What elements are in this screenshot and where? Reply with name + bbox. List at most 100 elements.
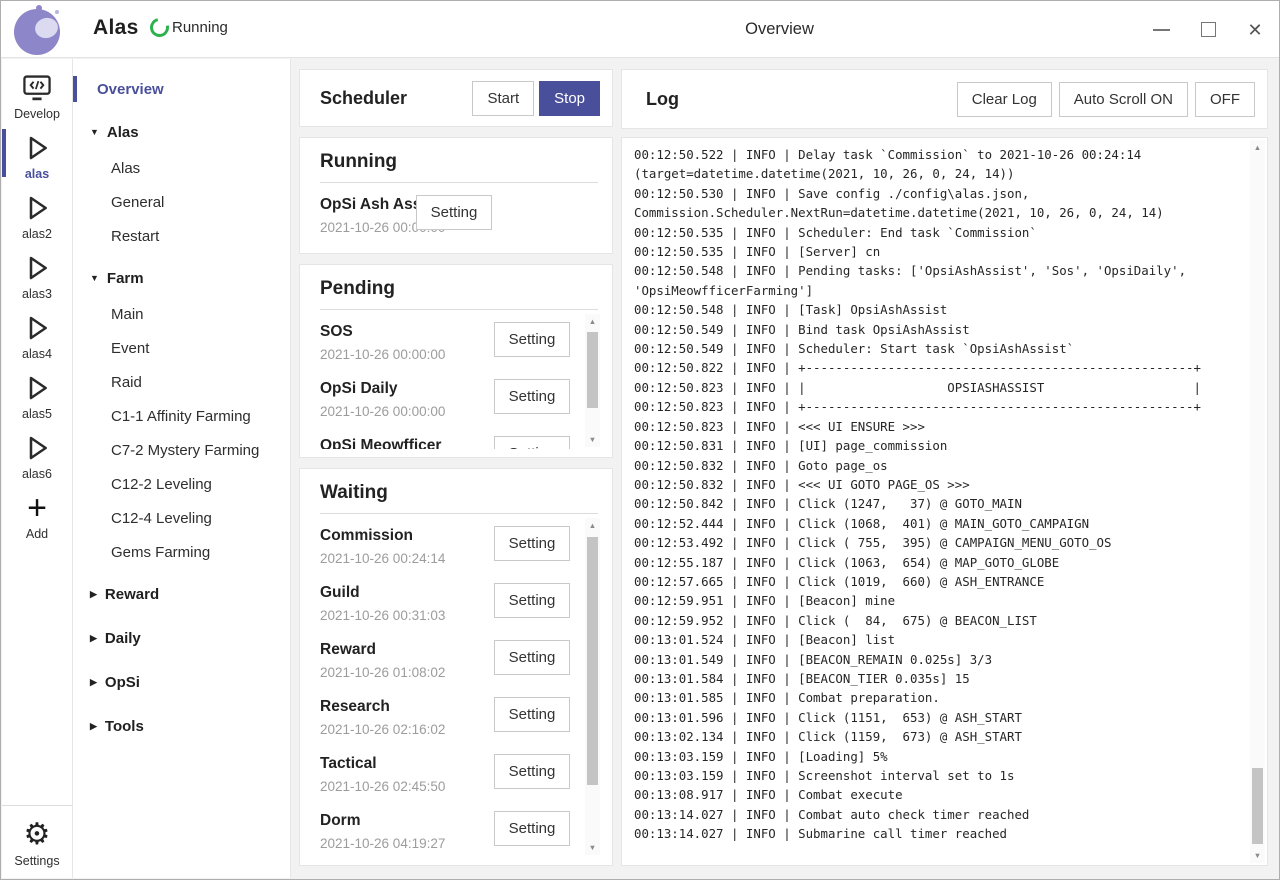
task-name: Research — [320, 696, 500, 717]
nav-item[interactable]: Raid — [73, 365, 290, 399]
nav-item-label: Raid — [111, 374, 142, 391]
clear-log-button[interactable]: Clear Log — [957, 82, 1052, 117]
nav-item[interactable]: Overview — [73, 71, 290, 107]
pending-title: Pending — [320, 278, 598, 310]
nav-item[interactable]: Main — [73, 297, 290, 331]
scroll-down-icon[interactable]: ▼ — [585, 432, 600, 447]
rail-item-label: alas2 — [22, 227, 52, 241]
task-row: OpSi Ash Assist 2021-10-26 00:00:00 Sett… — [320, 187, 500, 244]
nav-item[interactable]: C1-1 Affinity Farming — [73, 399, 290, 433]
waiting-scrollbar[interactable]: ▲ ▼ — [585, 518, 600, 855]
nav-item-label: Event — [111, 340, 149, 357]
waiting-task-list: Commission 2021-10-26 00:24:14 Setting G… — [320, 518, 578, 857]
rail-item-label: Settings — [14, 854, 59, 868]
log-scrollbar[interactable]: ▲ ▼ — [1250, 140, 1265, 863]
pending-panel: Pending SOS 2021-10-26 00:00:00 Setting — [299, 264, 613, 458]
task-setting-button[interactable]: Setting — [494, 379, 570, 414]
task-row: Tactical 2021-10-26 02:45:50 Setting — [320, 746, 478, 803]
rail-item-develop[interactable]: Develop — [2, 67, 72, 127]
nav-item-label: Alas — [107, 124, 139, 141]
task-setting-button[interactable]: Setting — [494, 754, 570, 789]
scrollbar-track[interactable] — [585, 533, 600, 840]
tree-arrow-icon: ▶ — [90, 677, 97, 688]
nav-item[interactable]: Restart — [73, 219, 290, 253]
log-line: Commission.Scheduler.NextRun=datetime.da… — [634, 203, 1243, 222]
log-line: 00:13:14.027 | INFO | Submarine call tim… — [634, 824, 1243, 843]
rail-item-instance[interactable]: alas — [2, 127, 72, 187]
close-button[interactable]: ✕ — [1245, 20, 1265, 40]
autoscroll-off-button[interactable]: OFF — [1195, 82, 1255, 117]
nav-item[interactable]: General — [73, 185, 290, 219]
rail-item-instance[interactable]: alas5 — [2, 367, 72, 427]
minimize-button[interactable] — [1151, 20, 1171, 40]
scrollbar-thumb[interactable] — [1252, 768, 1263, 844]
rail-item-instance[interactable]: alas2 — [2, 187, 72, 247]
task-setting-button[interactable]: Setting — [494, 697, 570, 732]
task-setting-button[interactable]: Setting — [494, 640, 570, 675]
nav-item[interactable]: ▶ Reward — [73, 575, 290, 613]
rail-item-instance[interactable]: alas6 — [2, 427, 72, 487]
scrollbar-thumb[interactable] — [587, 332, 598, 408]
scroll-up-icon[interactable]: ▲ — [585, 314, 600, 329]
log-line: 00:12:50.535 | INFO | Scheduler: End tas… — [634, 223, 1243, 242]
autoscroll-on-button[interactable]: Auto Scroll ON — [1059, 82, 1188, 117]
maximize-button[interactable] — [1198, 20, 1218, 40]
nav-item[interactable]: ▶ Tools — [73, 707, 290, 745]
nav-item-label: Tools — [105, 718, 144, 735]
log-line: 00:13:01.596 | INFO | Click (1151, 653) … — [634, 708, 1243, 727]
pending-scrollbar[interactable]: ▲ ▼ — [585, 314, 600, 447]
nav-item[interactable]: ▼ Farm — [73, 259, 290, 297]
gear-icon: ⚙ — [20, 818, 54, 852]
log-line: 00:12:50.522 | INFO | Delay task `Commis… — [634, 145, 1243, 164]
scheduler-stop-button[interactable]: Stop — [539, 81, 600, 116]
rail-item-label: Develop — [14, 107, 60, 121]
nav-item-label: Alas — [111, 160, 140, 177]
scrollbar-thumb[interactable] — [587, 537, 598, 785]
nav-item[interactable]: Gems Farming — [73, 535, 290, 569]
task-name: Guild — [320, 582, 500, 603]
task-setting-button[interactable]: Setting — [494, 526, 570, 561]
task-setting-button[interactable]: Setting — [494, 811, 570, 846]
rail-item-instance[interactable]: alas3 — [2, 247, 72, 307]
log-line: 'OpsiMeowfficerFarming'] — [634, 281, 1243, 300]
scroll-up-icon[interactable]: ▲ — [1250, 140, 1265, 155]
nav-item[interactable]: Event — [73, 331, 290, 365]
running-task-list: OpSi Ash Assist 2021-10-26 00:00:00 Sett… — [320, 187, 600, 244]
scrollbar-track[interactable] — [1250, 155, 1265, 848]
tree-arrow-icon: ▶ — [90, 633, 97, 644]
log-line: 00:13:01.549 | INFO | [BEACON_REMAIN 0.0… — [634, 650, 1243, 669]
nav-item[interactable]: ▶ Daily — [73, 619, 290, 657]
rail-divider — [2, 805, 72, 806]
log-line: 00:12:50.548 | INFO | [Task] OpsiAshAssi… — [634, 300, 1243, 319]
task-row: Dorm 2021-10-26 04:19:27 Setting — [320, 803, 478, 857]
log-line: 00:12:53.492 | INFO | Click ( 755, 395) … — [634, 533, 1243, 552]
task-name: Commission — [320, 525, 500, 546]
scroll-down-icon[interactable]: ▼ — [1250, 848, 1265, 863]
nav-item[interactable]: C7-2 Mystery Farming — [73, 433, 290, 467]
rail-item-add[interactable]: + Add — [2, 487, 72, 547]
task-setting-button[interactable]: Setting — [416, 195, 492, 230]
scheduler-start-button[interactable]: Start — [472, 81, 534, 116]
titlebar: Alas Running Overview ✕ — [1, 1, 1279, 58]
nav-item[interactable]: C12-2 Leveling — [73, 467, 290, 501]
play-icon — [20, 431, 54, 465]
nav-item[interactable]: Alas — [73, 151, 290, 185]
nav-item[interactable]: ▶ OpSi — [73, 663, 290, 701]
task-row: Reward 2021-10-26 01:08:02 Setting — [320, 632, 478, 689]
scroll-down-icon[interactable]: ▼ — [585, 840, 600, 855]
task-setting-button[interactable]: Setting — [494, 322, 570, 357]
nav-item[interactable]: ▼ Alas — [73, 113, 290, 151]
nav-item-label: C1-1 Affinity Farming — [111, 408, 251, 425]
task-setting-button[interactable]: Setting — [494, 583, 570, 618]
task-setting-button[interactable]: Setting — [494, 436, 570, 449]
nav-item[interactable]: C12-4 Leveling — [73, 501, 290, 535]
task-row: SOS 2021-10-26 00:00:00 Setting — [320, 314, 478, 371]
task-name: Tactical — [320, 753, 500, 774]
log-line: 00:12:50.842 | INFO | Click (1247, 37) @… — [634, 494, 1243, 513]
scroll-up-icon[interactable]: ▲ — [585, 518, 600, 533]
rail-item-settings[interactable]: ⚙ Settings — [2, 814, 72, 878]
task-row: Commission 2021-10-26 00:24:14 Setting — [320, 518, 478, 575]
running-title: Running — [320, 151, 598, 183]
rail-item-instance[interactable]: alas4 — [2, 307, 72, 367]
scrollbar-track[interactable] — [585, 329, 600, 432]
